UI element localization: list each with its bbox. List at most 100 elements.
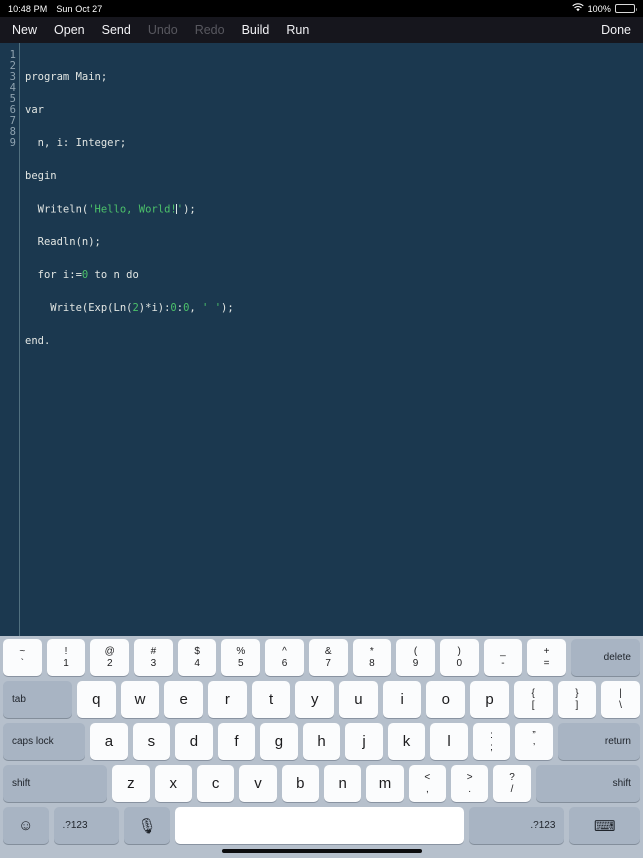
key-n-label: n	[338, 775, 346, 792]
key-f[interactable]: f	[218, 723, 256, 760]
key-t-label: t	[269, 691, 273, 708]
key-tab[interactable]: tab	[3, 681, 72, 718]
home-indicator	[222, 849, 422, 853]
key-emoji[interactable]: ☺	[3, 807, 49, 844]
key-bracket-right[interactable]: }]	[558, 681, 597, 718]
key-period[interactable]: >.	[451, 765, 488, 802]
key-quote[interactable]: ”’	[515, 723, 553, 760]
key-tilde-backtick[interactable]: ~`	[3, 639, 42, 676]
build-button[interactable]: Build	[242, 23, 270, 37]
key-z[interactable]: z	[112, 765, 149, 802]
key-q[interactable]: q	[77, 681, 116, 718]
key-u[interactable]: u	[339, 681, 378, 718]
key-backslash-label: \	[619, 700, 622, 711]
key-9[interactable]: (9	[396, 639, 435, 676]
code-editor[interactable]: 1 2 3 4 5 6 7 8 9 program Main; var n, i…	[0, 43, 643, 636]
open-button[interactable]: Open	[54, 23, 85, 37]
battery-percent: 100%	[588, 4, 611, 14]
key-g-label: g	[275, 733, 283, 750]
key-7[interactable]: &7	[309, 639, 348, 676]
key-backslash[interactable]: |\	[601, 681, 640, 718]
key-numbers-right[interactable]: .?123	[469, 807, 565, 844]
key-numbers-left[interactable]: .?123	[54, 807, 120, 844]
status-bar-right: 100%	[572, 3, 635, 14]
key-caps-lock[interactable]: caps lock	[3, 723, 85, 760]
editor-toolbar: New Open Send Undo Redo Build Run Done	[0, 17, 643, 43]
key-r[interactable]: r	[208, 681, 247, 718]
key-i[interactable]: i	[383, 681, 422, 718]
new-button[interactable]: New	[12, 23, 37, 37]
key-2[interactable]: @2	[90, 639, 129, 676]
key-dictation-label: 🎙	[138, 817, 157, 835]
key-q-label: q	[92, 691, 100, 708]
key-8[interactable]: *8	[353, 639, 392, 676]
key-minus[interactable]: _-	[484, 639, 523, 676]
key-1[interactable]: !1	[47, 639, 86, 676]
key-4[interactable]: $4	[178, 639, 217, 676]
key-y[interactable]: y	[295, 681, 334, 718]
key-n[interactable]: n	[324, 765, 361, 802]
key-bracket-right-label: ]	[575, 700, 578, 711]
key-comma-label: ,	[426, 784, 429, 795]
key-s[interactable]: s	[133, 723, 171, 760]
key-a[interactable]: a	[90, 723, 128, 760]
key-return[interactable]: return	[558, 723, 640, 760]
key-slash[interactable]: ?/	[493, 765, 530, 802]
key-t[interactable]: t	[252, 681, 291, 718]
key-w[interactable]: w	[121, 681, 160, 718]
key-5[interactable]: %5	[221, 639, 260, 676]
code-line-writeln: Writeln('Hello, World!');	[25, 204, 643, 215]
code-token: );	[221, 302, 234, 314]
key-f-label: f	[234, 733, 238, 750]
key-o[interactable]: o	[426, 681, 465, 718]
code-text-area[interactable]: program Main; var n, i: Integer; begin W…	[20, 43, 643, 636]
status-bar: 10:48 PM Sun Oct 27 100%	[0, 0, 643, 17]
key-v[interactable]: v	[239, 765, 276, 802]
key-x[interactable]: x	[155, 765, 192, 802]
key-semicolon[interactable]: :;	[473, 723, 511, 760]
key-equals[interactable]: +=	[527, 639, 566, 676]
key-bracket-left[interactable]: {[	[514, 681, 553, 718]
send-button[interactable]: Send	[102, 23, 131, 37]
wifi-icon	[572, 3, 584, 14]
key-dismiss-keyboard[interactable]: ⌨	[569, 807, 640, 844]
code-line: end.	[25, 336, 643, 347]
status-date: Sun Oct 27	[56, 4, 102, 14]
done-button[interactable]: Done	[601, 23, 631, 37]
key-dictation[interactable]: 🎙	[124, 807, 170, 844]
key-u-label: u	[354, 691, 362, 708]
key-b[interactable]: b	[282, 765, 319, 802]
key-d[interactable]: d	[175, 723, 213, 760]
key-h[interactable]: h	[303, 723, 341, 760]
key-m[interactable]: m	[366, 765, 403, 802]
key-e[interactable]: e	[164, 681, 203, 718]
code-line-for: for i:=0 to n do	[25, 270, 643, 281]
code-line: Readln(n);	[25, 237, 643, 248]
key-6-label: 6	[282, 658, 288, 669]
key-4-shifted-label: $	[194, 646, 200, 657]
key-space[interactable]	[175, 807, 464, 844]
key-l[interactable]: l	[430, 723, 468, 760]
key-return-label: return	[605, 736, 631, 747]
key-3[interactable]: #3	[134, 639, 173, 676]
key-delete[interactable]: delete	[571, 639, 640, 676]
app-root: 10:48 PM Sun Oct 27 100% New Open Send U…	[0, 0, 643, 858]
key-slash-shifted-label: ?	[509, 772, 515, 783]
key-shift-left[interactable]: shift	[3, 765, 107, 802]
on-screen-keyboard[interactable]: ~`!1@2#3$4%5^6&7*8(9)0_-+=deletetabqwert…	[0, 636, 643, 858]
key-comma[interactable]: <,	[409, 765, 446, 802]
key-c[interactable]: c	[197, 765, 234, 802]
key-shift-right[interactable]: shift	[536, 765, 640, 802]
key-p[interactable]: p	[470, 681, 509, 718]
key-k[interactable]: k	[388, 723, 426, 760]
key-6[interactable]: ^6	[265, 639, 304, 676]
key-m-label: m	[379, 775, 392, 792]
code-token-string: ' '	[202, 302, 221, 314]
key-0[interactable]: )0	[440, 639, 479, 676]
run-button[interactable]: Run	[286, 23, 309, 37]
key-i-label: i	[400, 691, 403, 708]
key-o-label: o	[442, 691, 450, 708]
key-g[interactable]: g	[260, 723, 298, 760]
key-s-label: s	[148, 733, 156, 750]
key-j[interactable]: j	[345, 723, 383, 760]
